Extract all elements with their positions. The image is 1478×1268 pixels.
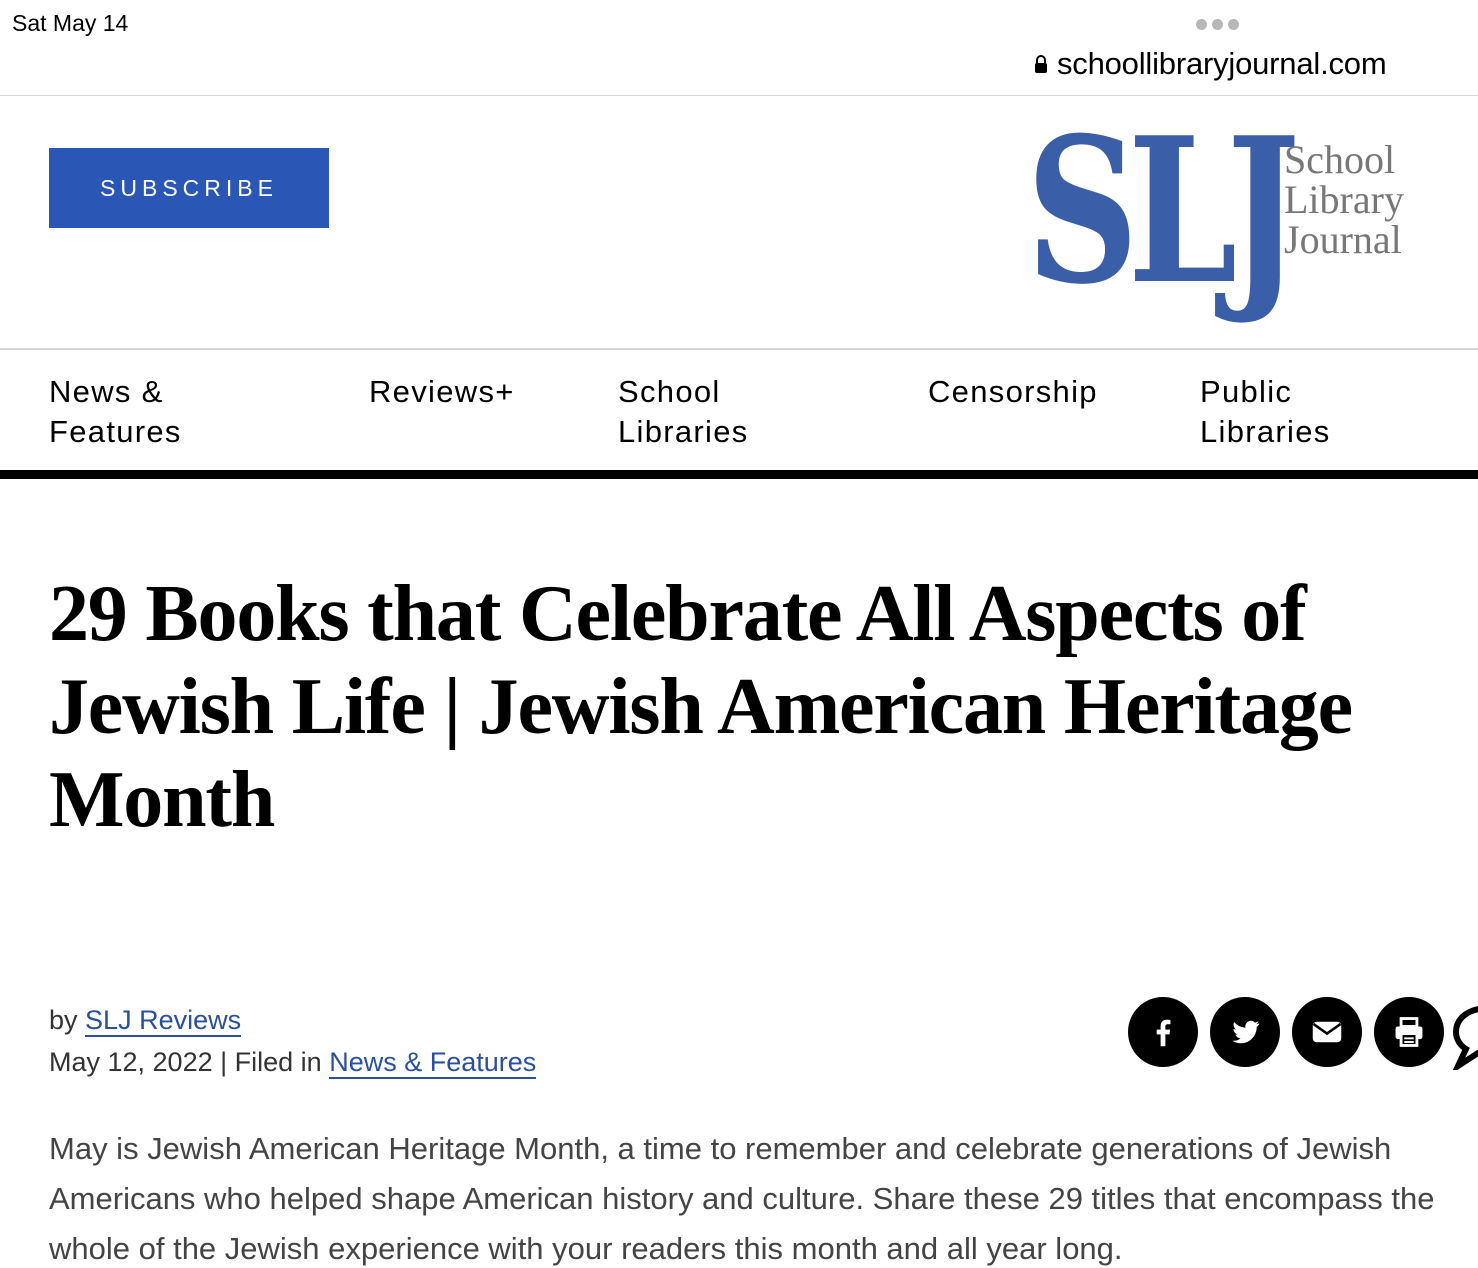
more-dots-icon[interactable]	[1196, 19, 1239, 30]
nav-divider-bottom	[0, 470, 1478, 479]
article-headline: 29 Books that Celebrate All Aspects of J…	[49, 570, 1353, 844]
facebook-icon	[1156, 1019, 1171, 1047]
nav-item-public-libraries[interactable]: Public Libraries	[1200, 372, 1331, 452]
facebook-share-button[interactable]	[1128, 997, 1198, 1067]
article-byline: by SLJ Reviews May 12, 2022 | Filed in N…	[49, 1000, 537, 1082]
twitter-share-button[interactable]	[1210, 997, 1280, 1067]
author-link[interactable]: SLJ Reviews	[85, 1005, 242, 1037]
address-bar[interactable]: schoollibraryjournal.com	[1034, 46, 1387, 82]
nav-item-censorship[interactable]: Censorship	[928, 372, 1098, 412]
logo-mark: SLJ	[1026, 94, 1300, 329]
status-time: Sat May 14	[12, 10, 129, 36]
slj-logo[interactable]: SLJ School Library Journal	[1026, 112, 1426, 317]
nav-divider-top	[0, 348, 1478, 350]
nav-item-news-features[interactable]: News & Features	[49, 372, 182, 452]
article-intro: May is Jewish American Heritage Month, a…	[49, 1131, 1435, 1266]
print-button[interactable]	[1374, 997, 1444, 1067]
logo-word-school: School	[1284, 137, 1396, 182]
email-icon	[1312, 1021, 1342, 1043]
url-text: schoollibraryjournal.com	[1057, 46, 1387, 81]
twitter-icon	[1232, 1020, 1260, 1044]
nav-item-school-libraries[interactable]: School Libraries	[618, 372, 749, 452]
by-prefix: by	[49, 1005, 78, 1035]
subscribe-button[interactable]: SUBSCRIBE	[49, 148, 329, 228]
logo-wordmark: School Library Journal	[1284, 140, 1404, 260]
share-buttons	[1128, 997, 1444, 1067]
comment-icon[interactable]	[1452, 1000, 1478, 1070]
publish-date: May 12, 2022	[49, 1047, 213, 1077]
lock-icon	[1035, 55, 1047, 73]
browser-status-bar: Sat May 14 schoollibraryjournal.com	[0, 0, 1478, 96]
logo-word-library: Library	[1284, 177, 1404, 222]
filed-in-prefix: | Filed in	[220, 1047, 322, 1077]
logo-word-journal: Journal	[1284, 217, 1402, 262]
email-share-button[interactable]	[1292, 997, 1362, 1067]
print-icon	[1395, 1017, 1423, 1047]
category-link[interactable]: News & Features	[329, 1047, 537, 1079]
nav-item-reviews[interactable]: Reviews+	[369, 372, 515, 412]
